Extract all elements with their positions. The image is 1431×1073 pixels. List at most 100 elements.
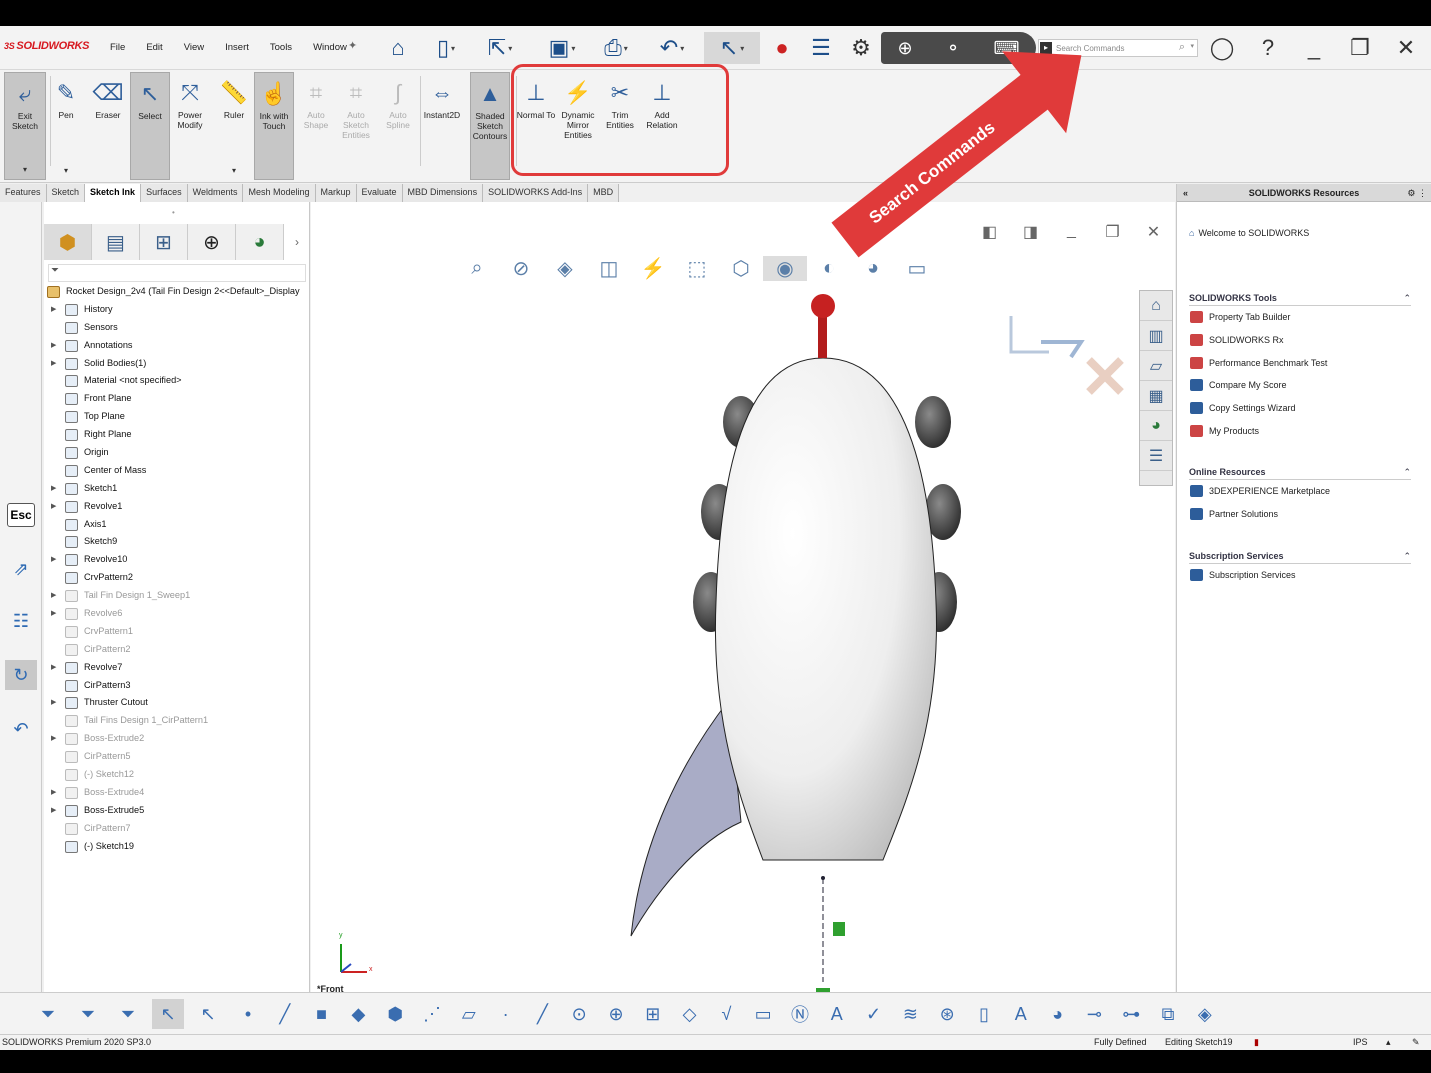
expand-arrow-icon[interactable]: ▶ <box>51 337 56 355</box>
filter-notes-icon[interactable]: √ <box>710 999 742 1029</box>
ribbon-button-instant2d[interactable]: ⇔ Instant2D <box>422 72 462 180</box>
save-icon[interactable]: ▣ ▾ <box>536 32 588 64</box>
tree-node[interactable]: ▶ Sketch1 <box>46 480 308 498</box>
tree-node[interactable]: Right Plane <box>46 426 308 444</box>
user-account-icon[interactable]: ◯ <box>1208 34 1236 62</box>
filter-datum-icon[interactable]: ◇ <box>674 999 706 1029</box>
tree-node[interactable]: CrvPattern1 <box>46 623 308 641</box>
restore-button[interactable]: ❐ <box>1346 34 1374 62</box>
ribbon-button-exit-sketch[interactable]: ⤶ Exit Sketch ▾ <box>4 72 46 180</box>
rotate-lock-icon[interactable]: ↻ <box>5 660 37 690</box>
filter-datum-target-icon[interactable]: ⊛ <box>931 999 963 1029</box>
tree-node[interactable]: Axis1 <box>46 516 308 534</box>
tab-solidworks-add-ins[interactable]: SOLIDWORKS Add-Ins <box>483 184 589 202</box>
filter-field[interactable]: ⏷ <box>48 264 306 282</box>
expand-arrow-icon[interactable]: ▶ <box>51 301 56 319</box>
property-manager-tab-icon[interactable]: ▤ <box>92 224 140 260</box>
tree-node[interactable]: ▶ Solid Bodies(1) <box>46 355 308 373</box>
menu-window[interactable]: Window <box>313 42 347 53</box>
options-gear-icon[interactable]: ⚙ <box>844 32 878 64</box>
design-library-icon[interactable]: ▥ <box>1140 321 1172 351</box>
resource-link[interactable]: Subscription Services <box>1189 564 1411 587</box>
resource-link[interactable]: 3DEXPERIENCE Marketplace <box>1189 480 1411 503</box>
resource-link[interactable]: Compare My Score <box>1189 374 1411 397</box>
menu-file[interactable]: File <box>110 42 125 53</box>
resource-link[interactable]: Copy Settings Wizard <box>1189 397 1411 420</box>
chevron-up-icon[interactable]: ▴ <box>1386 1035 1391 1050</box>
filter-mate-icon[interactable]: ⊶ <box>1115 999 1147 1029</box>
filter-hatch-icon[interactable]: ≋ <box>894 999 926 1029</box>
tree-node[interactable]: ▶ Revolve1 <box>46 498 308 516</box>
tree-node[interactable]: CirPattern2 <box>46 641 308 659</box>
expand-arrow-icon[interactable]: ▶ <box>51 659 56 677</box>
undo-icon[interactable]: ↶ <box>5 714 37 744</box>
magic-select-icon[interactable]: ↖ <box>192 999 224 1029</box>
tree-node[interactable]: ▶ Boss-Extrude2 <box>46 730 308 748</box>
pin-icon[interactable]: ✦ <box>348 39 357 52</box>
tree-node[interactable]: ▶ Boss-Extrude4 <box>46 784 308 802</box>
expand-arrow-icon[interactable]: ▶ <box>51 694 56 712</box>
expand-arrow-icon[interactable]: ▶ <box>51 784 56 802</box>
tree-node[interactable]: ▶ Annotations <box>46 337 308 355</box>
customize-icon[interactable]: ✎ <box>1412 1035 1420 1050</box>
filter-surfaces-icon[interactable]: ◆ <box>342 999 374 1029</box>
menu-insert[interactable]: Insert <box>225 42 249 53</box>
chevron-down-icon[interactable]: ▾ <box>1190 42 1194 50</box>
filter-planes-icon[interactable]: ▱ <box>453 999 485 1029</box>
tree-node[interactable]: ▶ Thruster Cutout <box>46 694 308 712</box>
section-title[interactable]: Online Resources ⌃ <box>1189 464 1411 480</box>
ribbon-button-ink-with-touch[interactable]: ☝ Ink with Touch <box>254 72 294 180</box>
open-icon[interactable]: ⇱ ▾ <box>478 32 522 64</box>
display-manager-tab-icon[interactable]: ◕ <box>236 224 284 260</box>
tree-node[interactable]: (-) Sketch19 <box>46 838 308 856</box>
section-title[interactable]: Subscription Services ⌃ <box>1189 548 1411 564</box>
zoom-icon[interactable]: ⊕ <box>897 38 912 59</box>
ribbon-button-shaded-sketch-contours[interactable]: ▲ Shaded Sketch Contours <box>470 72 510 180</box>
panel-options-icon[interactable]: ⚙ ⋮ <box>1407 184 1427 202</box>
menu-tools[interactable]: Tools <box>270 42 292 53</box>
ribbon-button-select[interactable]: ↖ Select <box>130 72 170 180</box>
tab-sketch-ink[interactable]: Sketch Ink <box>85 184 142 202</box>
tab-features[interactable]: Features <box>0 184 47 202</box>
tree-node[interactable]: Tail Fins Design 1_CirPattern1 <box>46 712 308 730</box>
help-icon[interactable]: ? <box>1254 34 1282 62</box>
touch-select-icon[interactable]: ☷ <box>5 606 37 636</box>
ribbon-button-auto-spline[interactable]: ∫ Auto Spline <box>378 72 418 180</box>
filter-weld-bead-icon[interactable]: ◈ <box>1189 999 1221 1029</box>
filter-cosmetic-icon[interactable]: ▯ <box>968 999 1000 1029</box>
expand-arrow-icon[interactable]: ▶ <box>51 587 56 605</box>
chevron-right-icon[interactable]: › <box>284 224 310 260</box>
tree-node[interactable]: ▶ Revolve10 <box>46 551 308 569</box>
ribbon-button-eraser[interactable]: ⌫ Eraser <box>88 72 128 180</box>
units-selector[interactable]: IPS <box>1353 1035 1368 1050</box>
tree-node[interactable]: ▶ Revolve6 <box>46 605 308 623</box>
tab-sketch[interactable]: Sketch <box>46 184 86 202</box>
tree-node[interactable]: Front Plane <box>46 390 308 408</box>
tree-node[interactable]: (-) Sketch12 <box>46 766 308 784</box>
esc-button[interactable]: Esc <box>5 500 37 530</box>
keyboard-icon[interactable]: ⌨ <box>994 38 1020 59</box>
tree-node[interactable]: ▶ Boss-Extrude5 <box>46 802 308 820</box>
tree-node[interactable]: CirPattern3 <box>46 677 308 695</box>
resource-link[interactable]: Property Tab Builder <box>1189 306 1411 329</box>
filter-surface-finish-icon[interactable]: ✓ <box>858 999 890 1029</box>
custom-properties-icon[interactable]: ☰ <box>1140 441 1172 471</box>
minimize-button[interactable]: _ <box>1300 34 1328 62</box>
expand-arrow-icon[interactable]: ▶ <box>51 551 56 569</box>
filter-toggle-icon[interactable]: ⏷ <box>72 999 104 1029</box>
filter-solid-bodies-icon[interactable]: ⬢ <box>379 999 411 1029</box>
touch-gesture-icon[interactable]: ⚬ <box>946 38 961 59</box>
filter-icon[interactable]: ⏷ <box>32 999 64 1029</box>
menu-edit[interactable]: Edit <box>146 42 162 53</box>
new-document-icon[interactable]: ▯ ▾ <box>424 32 468 64</box>
filter-select-icon[interactable]: ⏷ <box>112 999 144 1029</box>
expand-arrow-icon[interactable]: ▶ <box>51 355 56 373</box>
ribbon-button-power-modify[interactable]: ⤧ Power Modify <box>170 72 210 180</box>
undo-icon[interactable]: ↶ ▾ <box>650 32 694 64</box>
view-palette-icon[interactable]: ▦ <box>1140 381 1172 411</box>
feature-tree-tab-icon[interactable]: ⬢ <box>44 224 92 260</box>
ribbon-button-pen[interactable]: ✎ Pen ▾ <box>46 72 86 180</box>
filter-sketch-points-icon[interactable]: · <box>490 999 522 1029</box>
filter-table-icon[interactable]: ◕ <box>1042 999 1074 1029</box>
expand-arrow-icon[interactable]: ▶ <box>51 605 56 623</box>
